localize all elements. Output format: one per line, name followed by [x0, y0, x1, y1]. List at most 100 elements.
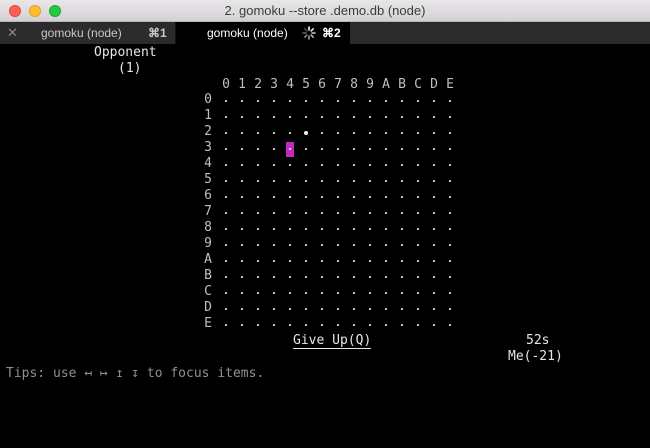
- board-cell[interactable]: [273, 164, 275, 166]
- board-cell[interactable]: [321, 116, 323, 118]
- board-cell[interactable]: [321, 276, 323, 278]
- tab-gomoku-2[interactable]: gomoku (node) ⌘2: [176, 22, 350, 44]
- board-cell[interactable]: [321, 292, 323, 294]
- close-tab-icon[interactable]: ✕: [7, 25, 18, 41]
- board-cell[interactable]: [257, 132, 259, 134]
- board-cell[interactable]: [401, 308, 403, 310]
- board-cell[interactable]: [353, 132, 355, 134]
- board-cell[interactable]: [369, 196, 371, 198]
- board-cell[interactable]: [225, 148, 227, 150]
- board-cell[interactable]: [449, 164, 451, 166]
- board-cell[interactable]: [225, 324, 227, 326]
- board-cell[interactable]: [369, 180, 371, 182]
- board-cell[interactable]: [305, 196, 307, 198]
- board-cell[interactable]: [225, 132, 227, 134]
- board-cell[interactable]: [433, 132, 435, 134]
- board-cell[interactable]: [321, 308, 323, 310]
- board-cell[interactable]: [385, 100, 387, 102]
- board-cell[interactable]: [241, 324, 243, 326]
- board-cell[interactable]: [433, 212, 435, 214]
- board-cell[interactable]: [385, 228, 387, 230]
- board-cell[interactable]: [321, 196, 323, 198]
- board-cell[interactable]: [289, 260, 291, 262]
- board-cell[interactable]: [417, 308, 419, 310]
- board-cell[interactable]: [305, 148, 307, 150]
- board-cell[interactable]: [305, 180, 307, 182]
- board-cell[interactable]: [289, 100, 291, 102]
- board-cell[interactable]: [401, 148, 403, 150]
- board-cell[interactable]: [369, 228, 371, 230]
- board-cell[interactable]: [241, 276, 243, 278]
- board-cell[interactable]: [385, 164, 387, 166]
- board-cell[interactable]: [433, 100, 435, 102]
- board-cell[interactable]: [241, 228, 243, 230]
- board-cell[interactable]: [225, 308, 227, 310]
- board-cell[interactable]: [401, 260, 403, 262]
- board-cell[interactable]: [449, 148, 451, 150]
- board-cell[interactable]: [337, 308, 339, 310]
- board-cell[interactable]: [401, 180, 403, 182]
- board-cell[interactable]: [369, 148, 371, 150]
- board-cell[interactable]: [337, 324, 339, 326]
- board-cell[interactable]: [417, 260, 419, 262]
- board-cell[interactable]: [305, 292, 307, 294]
- board-cell[interactable]: [305, 276, 307, 278]
- board-cell[interactable]: [225, 260, 227, 262]
- board-cell[interactable]: [385, 196, 387, 198]
- board-cell[interactable]: [273, 196, 275, 198]
- board-cell[interactable]: [273, 308, 275, 310]
- board-cell[interactable]: [369, 212, 371, 214]
- board-cell[interactable]: [369, 292, 371, 294]
- board-cell[interactable]: [417, 180, 419, 182]
- board-cell[interactable]: [289, 292, 291, 294]
- board-cell[interactable]: [449, 180, 451, 182]
- board-cell[interactable]: [321, 212, 323, 214]
- board-cell[interactable]: [305, 324, 307, 326]
- board-cell[interactable]: [305, 212, 307, 214]
- board-cell[interactable]: [289, 324, 291, 326]
- board-cell[interactable]: [401, 116, 403, 118]
- board-cell[interactable]: [417, 212, 419, 214]
- board-cell[interactable]: [353, 180, 355, 182]
- board-cell[interactable]: [273, 260, 275, 262]
- board-cell[interactable]: [353, 292, 355, 294]
- board-cell[interactable]: [433, 196, 435, 198]
- board-cell[interactable]: [433, 276, 435, 278]
- board-cell[interactable]: [241, 244, 243, 246]
- board-cell[interactable]: [273, 212, 275, 214]
- board-cell[interactable]: [401, 100, 403, 102]
- board-cell[interactable]: [369, 324, 371, 326]
- board-cell[interactable]: [273, 180, 275, 182]
- board-cell[interactable]: [417, 228, 419, 230]
- board-cell[interactable]: [257, 164, 259, 166]
- board-cell[interactable]: [385, 244, 387, 246]
- board-cell[interactable]: [225, 228, 227, 230]
- board-cell[interactable]: [417, 292, 419, 294]
- board-cell[interactable]: [353, 100, 355, 102]
- board-cell[interactable]: [369, 260, 371, 262]
- board-cell[interactable]: [369, 132, 371, 134]
- board-cell[interactable]: [401, 228, 403, 230]
- board-cell[interactable]: [225, 100, 227, 102]
- board-cell[interactable]: [289, 196, 291, 198]
- board-cell[interactable]: [449, 228, 451, 230]
- board-cell[interactable]: [449, 196, 451, 198]
- board-cell[interactable]: [321, 228, 323, 230]
- board-cell[interactable]: [337, 180, 339, 182]
- board-cell[interactable]: [257, 308, 259, 310]
- board-cell[interactable]: [449, 276, 451, 278]
- board-cell[interactable]: [225, 116, 227, 118]
- board-cell[interactable]: [353, 164, 355, 166]
- board-cell[interactable]: [273, 132, 275, 134]
- board-cell[interactable]: [257, 100, 259, 102]
- board-cell[interactable]: [433, 244, 435, 246]
- board-cell[interactable]: [273, 228, 275, 230]
- board-cell[interactable]: [433, 116, 435, 118]
- board-cell[interactable]: [353, 260, 355, 262]
- board-cell[interactable]: [321, 260, 323, 262]
- board-cell[interactable]: [449, 292, 451, 294]
- board-cell[interactable]: [353, 276, 355, 278]
- board-cell[interactable]: [337, 116, 339, 118]
- board-cell[interactable]: [337, 148, 339, 150]
- board-cell[interactable]: [449, 132, 451, 134]
